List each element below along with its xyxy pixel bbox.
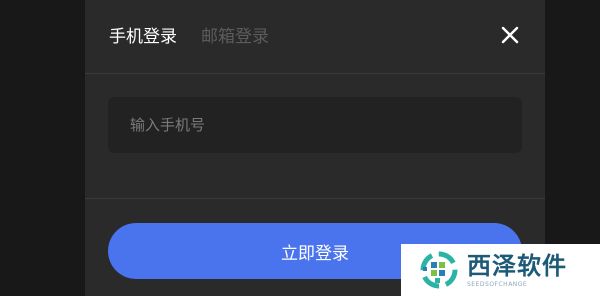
watermark-logo: 西泽软件 SEEDSOFCHANGE bbox=[401, 244, 600, 296]
login-tabs: 手机登录 邮箱登录 bbox=[109, 24, 269, 50]
watermark-text: 西泽软件 SEEDSOFCHANGE bbox=[467, 252, 567, 289]
tab-phone-login[interactable]: 手机登录 bbox=[109, 24, 177, 50]
phone-number-input[interactable] bbox=[108, 97, 522, 153]
tab-email-login[interactable]: 邮箱登录 bbox=[201, 24, 269, 50]
watermark-subtitle: SEEDSOFCHANGE bbox=[467, 280, 528, 288]
close-button[interactable] bbox=[499, 24, 521, 46]
watermark-title: 西泽软件 bbox=[467, 251, 567, 280]
header-divider bbox=[85, 73, 545, 74]
form-divider bbox=[85, 198, 545, 199]
close-icon bbox=[501, 26, 519, 44]
seeds-logo-icon bbox=[420, 251, 458, 289]
